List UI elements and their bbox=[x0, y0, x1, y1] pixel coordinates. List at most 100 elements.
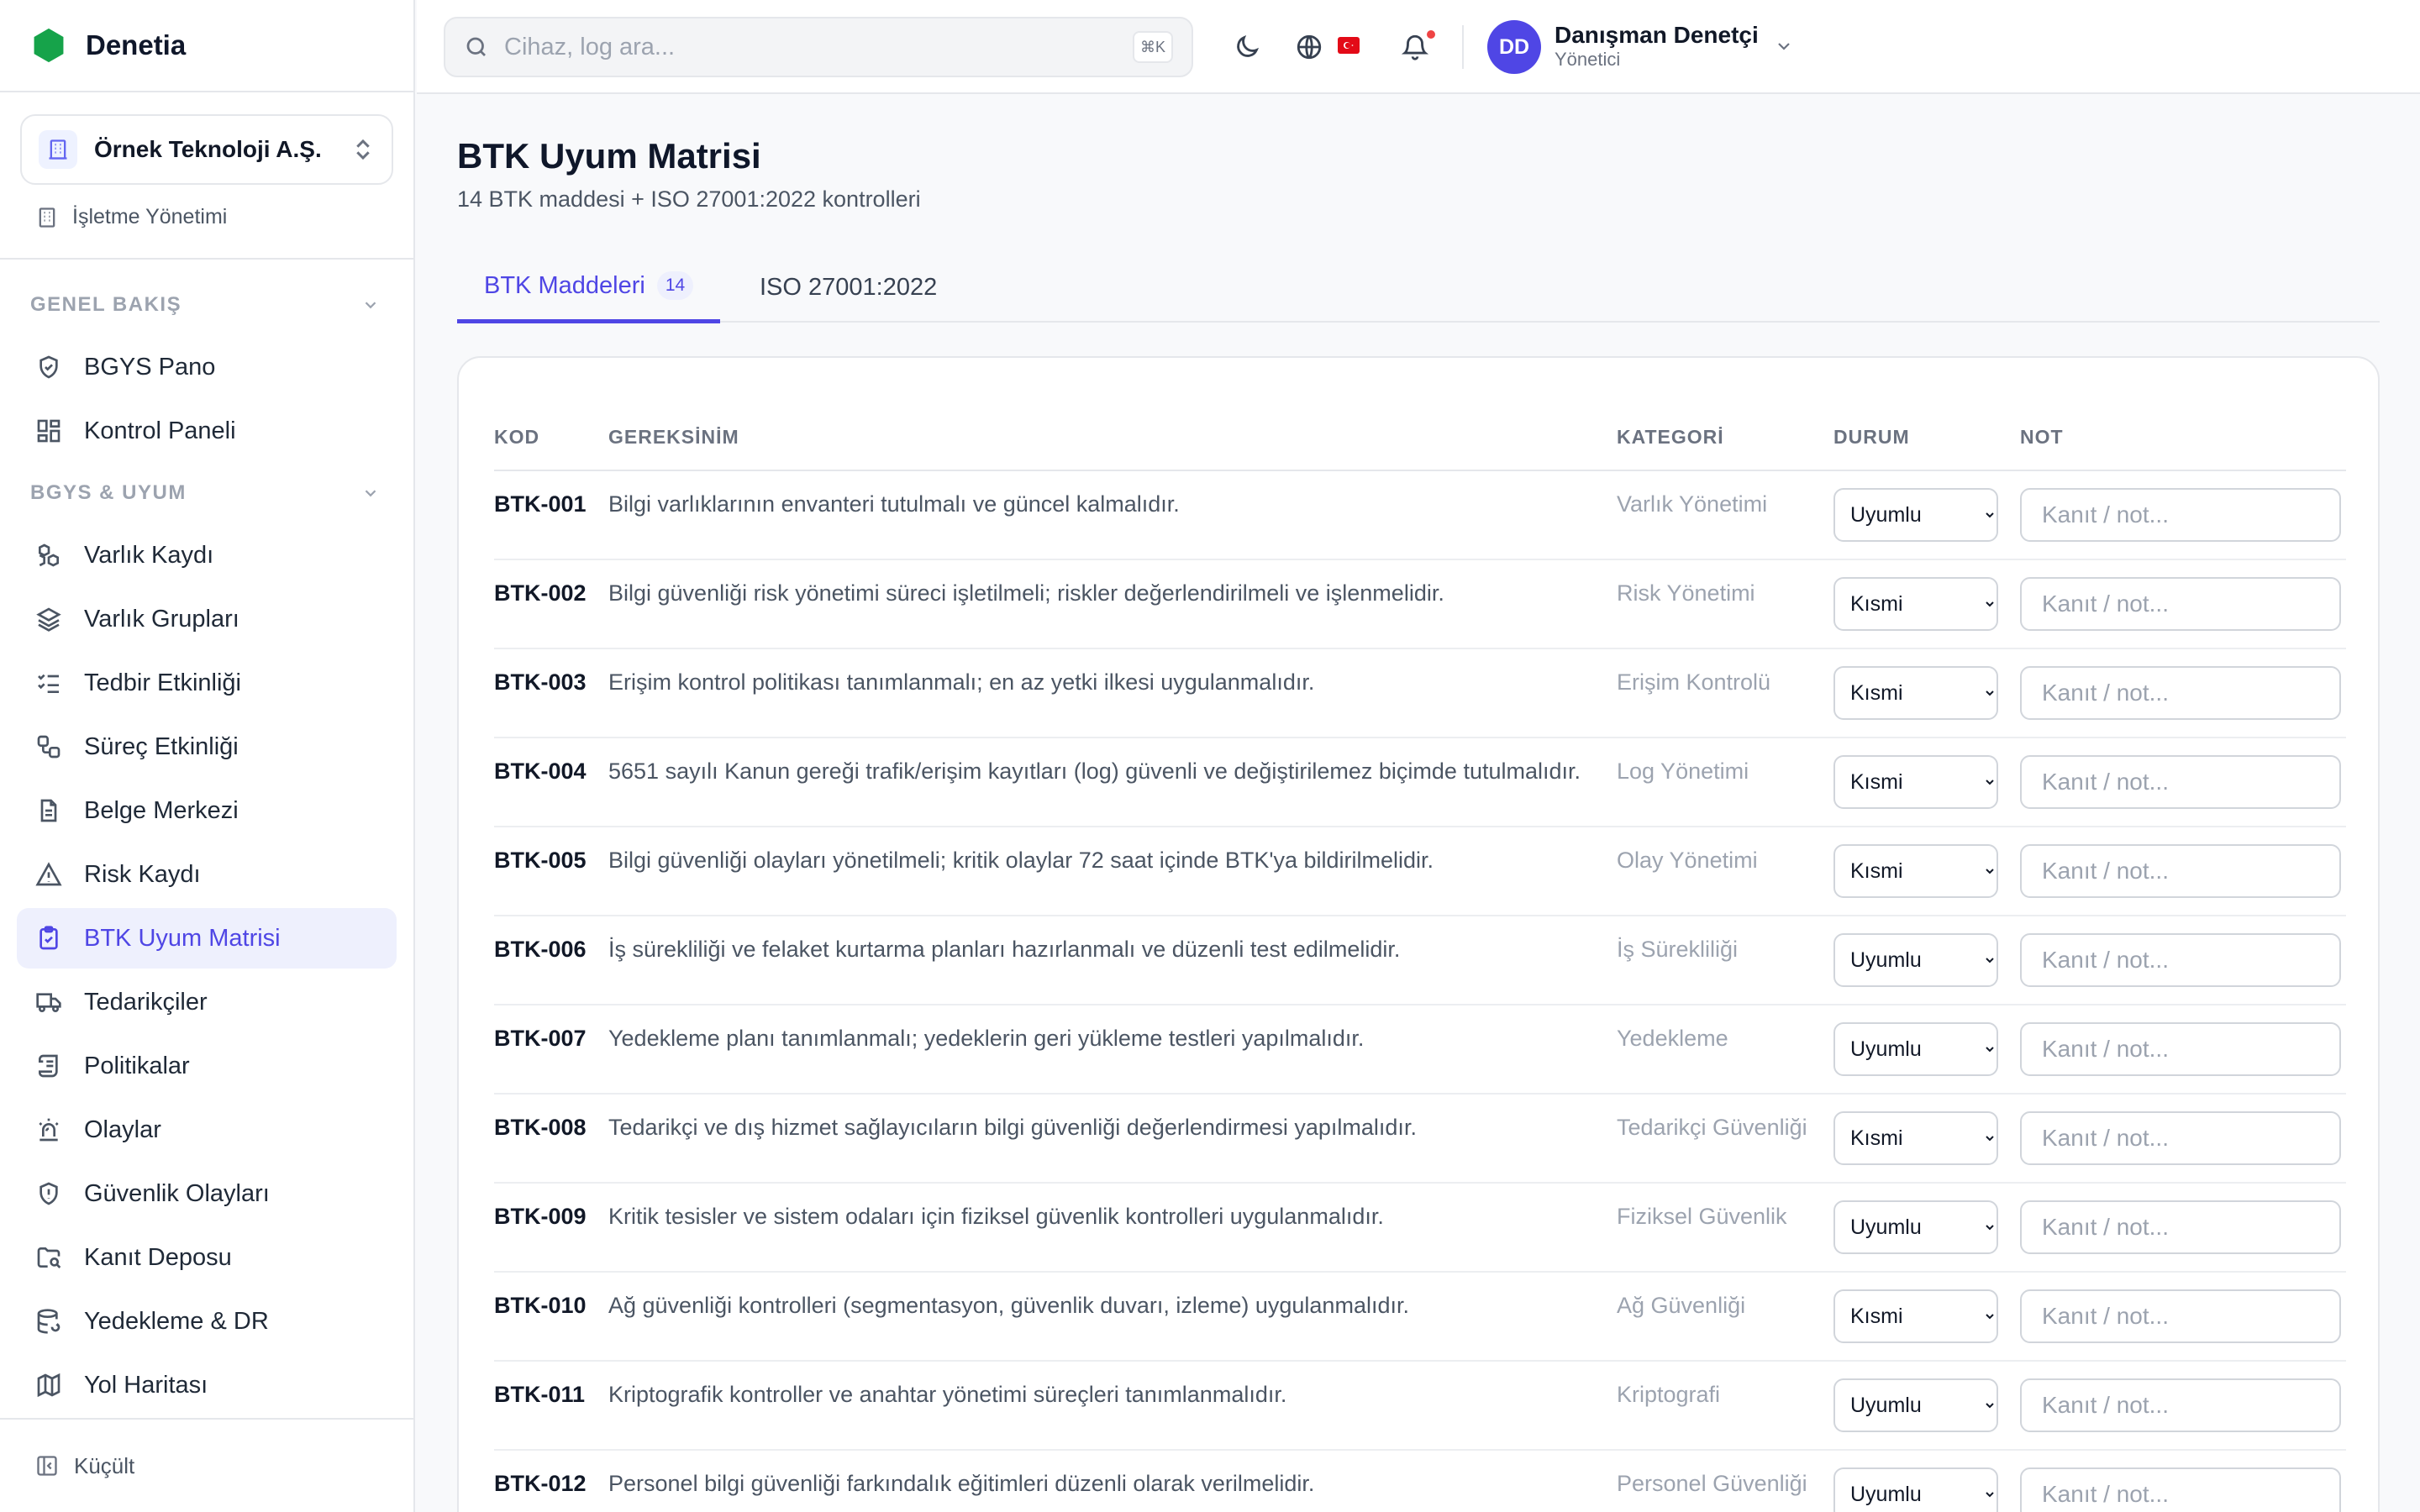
table-row: BTK-002 Bilgi güvenliği risk yönetimi sür… bbox=[494, 559, 2346, 649]
status-select[interactable]: UyumluKısmi bbox=[1833, 1200, 1998, 1254]
dark-mode-toggle-moon-icon[interactable] bbox=[1228, 29, 1265, 66]
sidebar-item-kontrol-paneli[interactable]: Kontrol Paneli bbox=[17, 401, 397, 461]
status-cell: UyumluKısmi bbox=[1833, 738, 2020, 827]
sidebar-item-yedekleme-dr[interactable]: Yedekleme & DR bbox=[17, 1291, 397, 1352]
collapse-sidebar-button[interactable]: Küçült bbox=[0, 1418, 413, 1512]
evidence-note-input[interactable] bbox=[2020, 1467, 2341, 1512]
status-select[interactable]: UyumluKısmi bbox=[1833, 755, 1998, 809]
requirement-category: İş Sürekliliği bbox=[1617, 916, 1833, 1005]
sidebar-item-tedbir-etkinligi[interactable]: Tedbir Etkinliği bbox=[17, 653, 397, 713]
evidence-note-input[interactable] bbox=[2020, 755, 2341, 809]
sidebar-item-surec-etkinligi[interactable]: Süreç Etkinliği bbox=[17, 717, 397, 777]
column-header-status[interactable]: DURUM bbox=[1833, 405, 2020, 471]
table-header-row: KOD GEREKSİNİM KATEGORİ DURUM NOT bbox=[494, 405, 2346, 471]
requirement-text: Personel bilgi güvenliği farkındalık eği… bbox=[608, 1450, 1617, 1512]
status-select[interactable]: UyumluKısmi bbox=[1833, 1111, 1998, 1165]
status-select[interactable]: UyumluKısmi bbox=[1833, 933, 1998, 987]
sidebar-item-varlik-gruplari[interactable]: Varlık Grupları bbox=[17, 589, 397, 649]
sidebar-item-tedarikciler[interactable]: Tedarikçiler bbox=[17, 972, 397, 1032]
sidebar-item-label: Risk Kaydı bbox=[84, 860, 201, 888]
business-management-label: İşletme Yönetimi bbox=[72, 205, 228, 228]
section-header-overview[interactable]: GENEL BAKIŞ bbox=[0, 276, 413, 333]
search-input[interactable] bbox=[504, 33, 1133, 61]
status-select[interactable]: UyumluKısmi bbox=[1833, 1022, 1998, 1076]
sidebar-item-label: Olaylar bbox=[84, 1116, 161, 1143]
status-cell: UyumluKısmi bbox=[1833, 916, 2020, 1005]
brand[interactable]: Denetia bbox=[0, 0, 413, 92]
table-row: BTK-004 5651 sayılı Kanun gereği trafik/e… bbox=[494, 738, 2346, 827]
requirement-code: BTK-008 bbox=[494, 1094, 608, 1184]
status-select[interactable]: UyumluKısmi bbox=[1833, 488, 1998, 542]
section-title: GENEL BAKIŞ bbox=[30, 293, 182, 316]
collapse-label: Küçült bbox=[74, 1452, 135, 1478]
requirement-text: 5651 sayılı Kanun gereği trafik/erişim k… bbox=[608, 738, 1617, 827]
section-header-compliance[interactable]: BGYS & UYUM bbox=[0, 465, 413, 522]
notification-dot bbox=[1425, 29, 1437, 40]
status-select[interactable]: UyumluKısmi bbox=[1833, 666, 1998, 720]
table-row: BTK-005 Bilgi güvenliği olayları yönetilm… bbox=[494, 827, 2346, 916]
status-select[interactable]: UyumluKısmi bbox=[1833, 844, 1998, 898]
note-cell bbox=[2020, 1094, 2346, 1184]
requirement-code: BTK-001 bbox=[494, 470, 608, 560]
status-select[interactable]: UyumluKısmi bbox=[1833, 1378, 1998, 1432]
evidence-note-input[interactable] bbox=[2020, 1378, 2341, 1432]
requirement-code: BTK-006 bbox=[494, 916, 608, 1005]
sidebar-item-politikalar[interactable]: Politikalar bbox=[17, 1036, 397, 1096]
column-header-category[interactable]: KATEGORİ bbox=[1617, 405, 1833, 471]
language-globe-icon[interactable] bbox=[1291, 29, 1328, 66]
evidence-note-input[interactable] bbox=[2020, 933, 2341, 987]
tab-iso-27001[interactable]: ISO 27001:2022 bbox=[760, 252, 937, 323]
sidebar-item-varlik-kaydi[interactable]: Varlık Kaydı bbox=[17, 525, 397, 585]
sidebar-item-label: Yedekleme & DR bbox=[84, 1307, 269, 1335]
column-header-code[interactable]: KOD bbox=[494, 405, 608, 471]
chevron-updown-icon bbox=[351, 134, 375, 165]
page-title: BTK Uyum Matrisi bbox=[457, 136, 761, 176]
requirement-text: Tedarikçi ve dış hizmet sağlayıcıların b… bbox=[608, 1094, 1617, 1184]
sidebar-item-belge-merkezi[interactable]: Belge Merkezi bbox=[17, 780, 397, 841]
requirement-text: Bilgi güvenliği olayları yönetilmeli; kr… bbox=[608, 827, 1617, 916]
search-bar[interactable]: ⌘K bbox=[444, 17, 1193, 77]
user-name[interactable]: Danışman Denetçi bbox=[1555, 22, 1759, 49]
sidebar-item-bgys-pano[interactable]: BGYS Pano bbox=[17, 337, 397, 397]
evidence-note-input[interactable] bbox=[2020, 577, 2341, 631]
column-header-note[interactable]: NOT bbox=[2020, 405, 2346, 471]
requirement-category: Log Yönetimi bbox=[1617, 738, 1833, 827]
sidebar-item-guvenlik-olaylari[interactable]: Güvenlik Olayları bbox=[17, 1163, 397, 1224]
status-select[interactable]: UyumluKısmi bbox=[1833, 1467, 1998, 1512]
chevron-down-icon[interactable] bbox=[1771, 34, 1797, 59]
status-select[interactable]: UyumluKısmi bbox=[1833, 1289, 1998, 1343]
divider bbox=[1462, 25, 1464, 69]
table-row: BTK-008 Tedarikçi ve dış hizmet sağlayıcı… bbox=[494, 1094, 2346, 1184]
sidebar-item-label: Tedbir Etkinliği bbox=[84, 669, 241, 696]
sidebar-item-btk-uyum-matrisi[interactable]: BTK Uyum Matrisi bbox=[17, 908, 397, 969]
status-cell: UyumluKısmi bbox=[1833, 559, 2020, 649]
status-cell: UyumluKısmi bbox=[1833, 827, 2020, 916]
avatar[interactable]: DD bbox=[1487, 20, 1541, 74]
column-header-requirement[interactable]: GEREKSİNİM bbox=[608, 405, 1617, 471]
organization-selector[interactable]: Örnek Teknoloji A.Ş. bbox=[20, 114, 393, 185]
requirement-category: Olay Yönetimi bbox=[1617, 827, 1833, 916]
compliance-table-card: KOD GEREKSİNİM KATEGORİ DURUM NOT BTK-00… bbox=[457, 356, 2380, 1512]
sidebar-item-kanit-deposu[interactable]: Kanıt Deposu bbox=[17, 1227, 397, 1288]
business-management-link[interactable]: İşletme Yönetimi bbox=[0, 185, 413, 229]
scroll-icon bbox=[34, 1051, 64, 1081]
requirement-code: BTK-004 bbox=[494, 738, 608, 827]
table-row: BTK-006 İş sürekliliği ve felaket kurtarm… bbox=[494, 916, 2346, 1005]
table-row: BTK-009 Kritik tesisler ve sistem odaları… bbox=[494, 1183, 2346, 1273]
tab-btk-maddeleri[interactable]: BTK Maddeleri 14 bbox=[457, 252, 721, 323]
sidebar-item-risk-kaydi[interactable]: Risk Kaydı bbox=[17, 844, 397, 905]
table-row: BTK-001 Bilgi varlıklarının envanteri tut… bbox=[494, 470, 2346, 560]
turkish-flag-icon[interactable] bbox=[1338, 37, 1360, 54]
evidence-note-input[interactable] bbox=[2020, 1289, 2341, 1343]
evidence-note-input[interactable] bbox=[2020, 666, 2341, 720]
evidence-note-input[interactable] bbox=[2020, 844, 2341, 898]
evidence-note-input[interactable] bbox=[2020, 488, 2341, 542]
sidebar-item-olaylar[interactable]: Olaylar bbox=[17, 1100, 397, 1160]
document-icon bbox=[34, 795, 64, 826]
evidence-note-input[interactable] bbox=[2020, 1111, 2341, 1165]
sidebar-item-yol-haritasi[interactable]: Yol Haritası bbox=[17, 1355, 397, 1415]
evidence-note-input[interactable] bbox=[2020, 1022, 2341, 1076]
requirement-code: BTK-012 bbox=[494, 1450, 608, 1512]
evidence-note-input[interactable] bbox=[2020, 1200, 2341, 1254]
status-select[interactable]: UyumluKısmi bbox=[1833, 577, 1998, 631]
